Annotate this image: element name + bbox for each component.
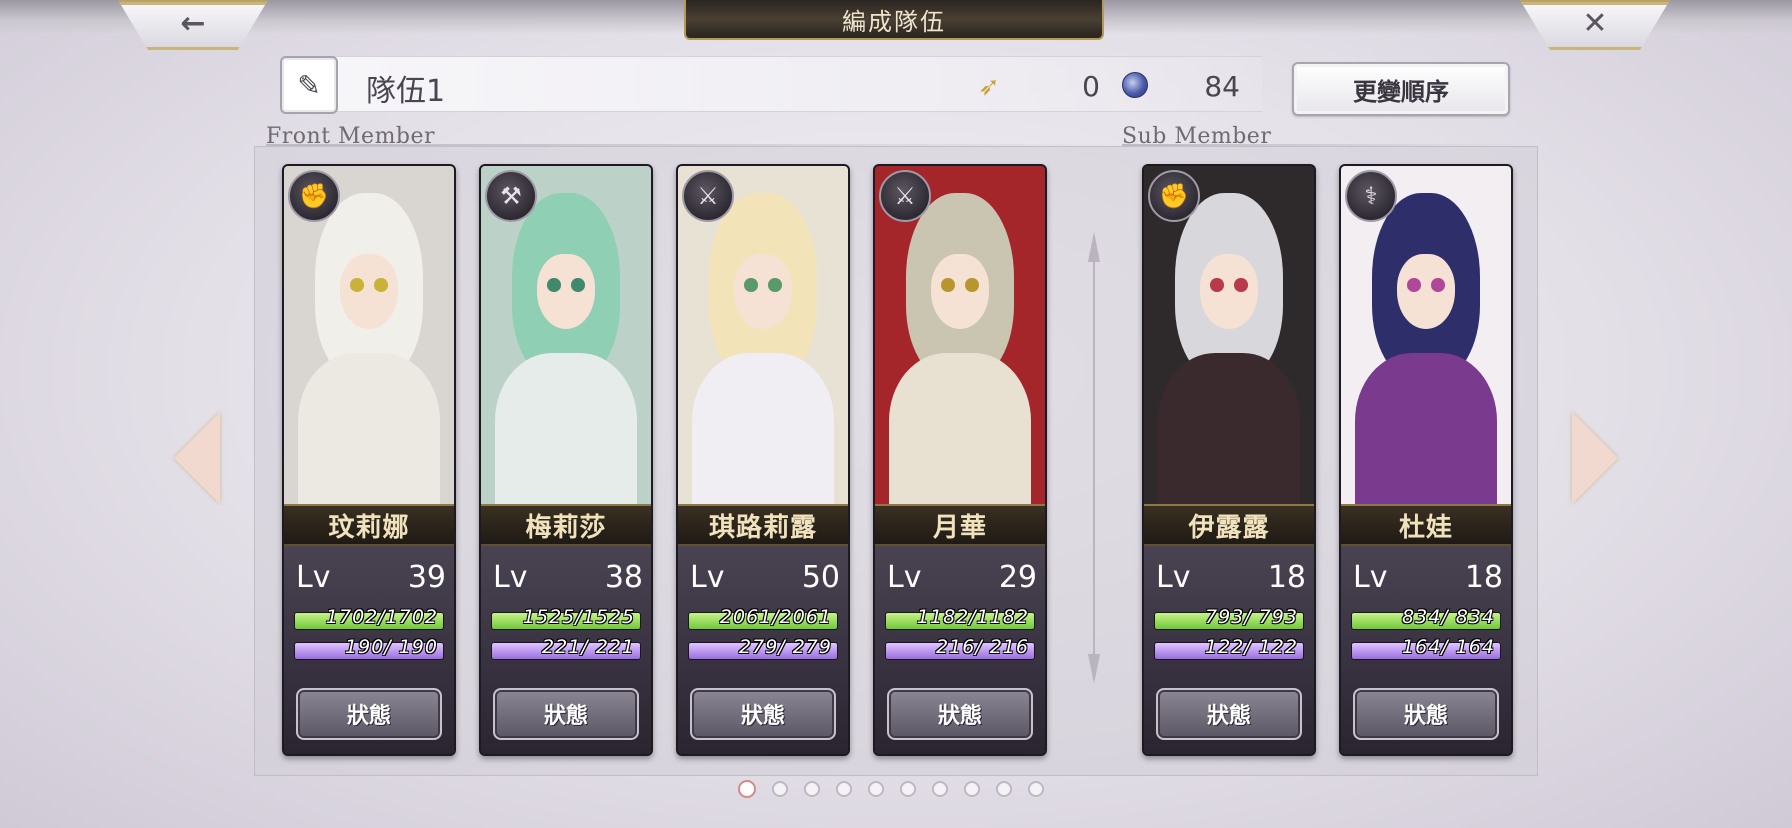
page-dot[interactable]	[836, 781, 852, 797]
status-button[interactable]: 狀態	[1156, 688, 1302, 740]
blade-icon: ⚔	[879, 170, 931, 222]
level-row: Lv 38	[493, 560, 643, 595]
status-button[interactable]: 狀態	[887, 688, 1033, 740]
page-dot[interactable]	[1028, 781, 1044, 797]
hp-value: 793/ 793	[1205, 606, 1298, 628]
mp-value: 122/ 122	[1205, 636, 1298, 658]
level-label: Lv	[493, 560, 528, 595]
member-card[interactable]: ⚔ 月華 Lv 29 1182/1182 216/ 216 狀態	[873, 164, 1047, 756]
level-label: Lv	[887, 560, 922, 595]
front-sub-divider	[1088, 232, 1100, 684]
hp-value: 1702/1702	[325, 606, 438, 628]
mp-value: 190/ 190	[345, 636, 438, 658]
level-value: 38	[604, 560, 643, 595]
status-button[interactable]: 狀態	[690, 688, 836, 740]
edit-team-name-button[interactable]: ✎	[280, 56, 338, 114]
character-stats: Lv 29 1182/1182 216/ 216 狀態	[875, 546, 1045, 754]
page-dot[interactable]	[868, 781, 884, 797]
level-value: 29	[998, 560, 1037, 595]
level-row: Lv 18	[1353, 560, 1503, 595]
page-dot[interactable]	[932, 781, 948, 797]
wing-icon: ➶	[978, 72, 1000, 102]
page-dot[interactable]	[996, 781, 1012, 797]
character-name: 梅莉莎	[481, 504, 651, 546]
character-stats: Lv 50 2061/2061 279/ 279 狀態	[678, 546, 848, 754]
close-icon: ✕	[1582, 5, 1608, 41]
level-row: Lv 39	[296, 560, 446, 595]
page-dot[interactable]	[804, 781, 820, 797]
mp-value: 221/ 221	[542, 636, 635, 658]
divider-up-arrow-icon	[1088, 232, 1100, 262]
status-button[interactable]: 狀態	[1353, 688, 1499, 740]
level-row: Lv 29	[887, 560, 1037, 595]
member-card[interactable]: ⚔ 琪路莉露 Lv 50 2061/2061 279/ 279 狀態	[676, 164, 850, 756]
back-button[interactable]: ←	[118, 0, 268, 50]
page-title: 編成隊伍	[842, 7, 946, 36]
level-row: Lv 18	[1156, 560, 1306, 595]
level-label: Lv	[1353, 560, 1388, 595]
character-name: 琪路莉露	[678, 504, 848, 546]
level-value: 18	[1267, 560, 1306, 595]
pencil-icon: ✎	[297, 68, 321, 102]
page-dot[interactable]	[772, 781, 788, 797]
orb-icon	[1122, 72, 1148, 98]
orb-value: 84	[1204, 70, 1240, 103]
staff-icon: ⚕	[1345, 170, 1397, 222]
level-label: Lv	[690, 560, 725, 595]
left-arrow-icon	[174, 412, 220, 504]
page-indicator	[738, 780, 1044, 798]
member-card[interactable]: ⚒ 梅莉莎 Lv 38 1525/1525 221/ 221 狀態	[479, 164, 653, 756]
previous-team-button[interactable]	[174, 412, 222, 504]
character-name: 伊露露	[1144, 504, 1314, 546]
divider-down-arrow-icon	[1088, 654, 1100, 684]
character-name: 杜娃	[1341, 504, 1511, 546]
character-name: 玟莉娜	[284, 504, 454, 546]
page-dot[interactable]	[964, 781, 980, 797]
character-stats: Lv 38 1525/1525 221/ 221 狀態	[481, 546, 651, 754]
change-order-button[interactable]: 更變順序	[1292, 62, 1510, 116]
character-stats: Lv 18 793/ 793 122/ 122 狀態	[1144, 546, 1314, 754]
hp-value: 1182/1182	[916, 606, 1029, 628]
status-button[interactable]: 狀態	[493, 688, 639, 740]
sword-icon: ⚔	[682, 170, 734, 222]
level-value: 39	[407, 560, 446, 595]
right-arrow-icon	[1572, 412, 1618, 504]
page-dot[interactable]	[738, 780, 756, 798]
gauntlet-icon: ✊	[288, 170, 340, 222]
close-button[interactable]: ✕	[1520, 0, 1670, 50]
character-name: 月華	[875, 504, 1045, 546]
back-arrow-icon: ←	[180, 5, 206, 41]
level-label: Lv	[296, 560, 331, 595]
mp-value: 164/ 164	[1402, 636, 1495, 658]
character-stats: Lv 18 834/ 834 164/ 164 狀態	[1341, 546, 1511, 754]
member-card[interactable]: ✊ 玟莉娜 Lv 39 1702/1702 190/ 190 狀態	[282, 164, 456, 756]
hp-value: 2061/2061	[719, 606, 832, 628]
mp-value: 279/ 279	[739, 636, 832, 658]
wing-value: 0	[1082, 70, 1100, 103]
hp-value: 1525/1525	[522, 606, 635, 628]
page-title-plate: 編成隊伍	[684, 0, 1104, 40]
level-value: 18	[1464, 560, 1503, 595]
member-card[interactable]: ✊ 伊露露 Lv 18 793/ 793 122/ 122 狀態	[1142, 164, 1316, 756]
level-label: Lv	[1156, 560, 1191, 595]
member-card[interactable]: ⚕ 杜娃 Lv 18 834/ 834 164/ 164 狀態	[1339, 164, 1513, 756]
next-team-button[interactable]	[1570, 412, 1618, 504]
level-value: 50	[801, 560, 840, 595]
character-stats: Lv 39 1702/1702 190/ 190 狀態	[284, 546, 454, 754]
page-dot[interactable]	[900, 781, 916, 797]
mp-value: 216/ 216	[936, 636, 1029, 658]
level-row: Lv 50	[690, 560, 840, 595]
axe-icon: ⚒	[485, 170, 537, 222]
team-name: 隊伍1	[366, 74, 446, 109]
hp-value: 834/ 834	[1402, 606, 1495, 628]
gauntlet-icon: ✊	[1148, 170, 1200, 222]
status-button[interactable]: 狀態	[296, 688, 442, 740]
